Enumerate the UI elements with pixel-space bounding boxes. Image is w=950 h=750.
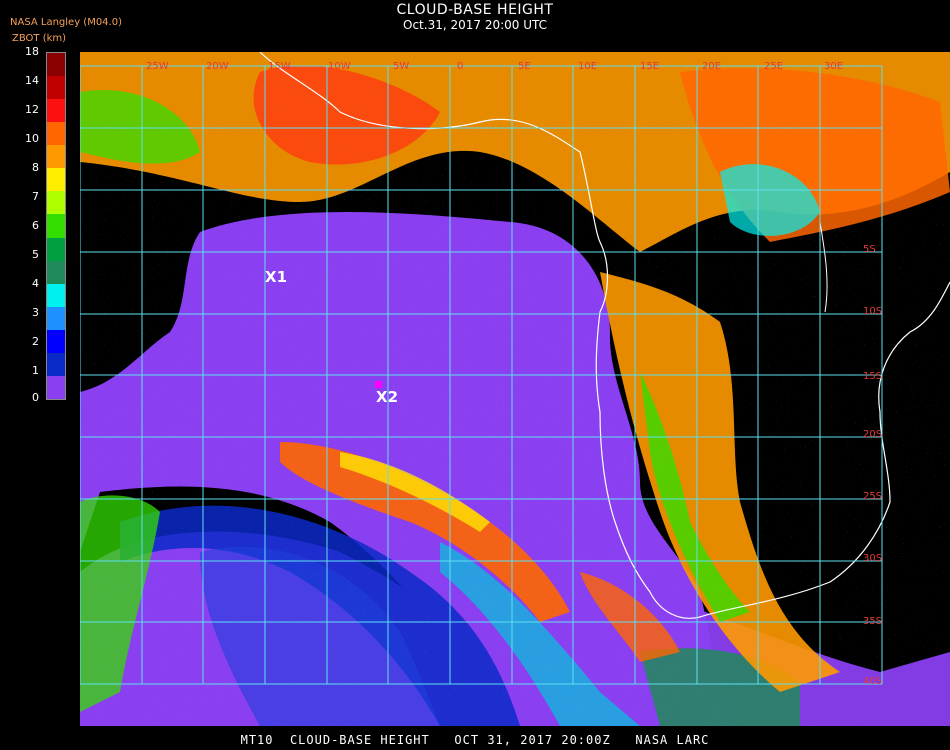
longitude-label: 15W: [268, 61, 291, 72]
colorbar-tick-label: 4: [32, 277, 39, 290]
colorbar-tick-label: 8: [32, 161, 39, 174]
colorbar-segment: [47, 260, 65, 285]
colorbar-tick-label: 5: [32, 248, 39, 261]
colorbar-segment: [47, 168, 65, 192]
colorbar-tick-label: 6: [32, 219, 39, 232]
colorbar-tick-label: 14: [25, 74, 39, 87]
agency-label: NASA Langley (M04.0): [10, 17, 122, 28]
colorbar-tick-label: 12: [25, 103, 39, 116]
colorbar-tick-label: 1: [32, 364, 39, 377]
longitude-label: 15E: [640, 61, 659, 72]
colorbar-tick-label: 10: [25, 132, 39, 145]
latitude-label: 35S: [863, 616, 882, 627]
longitude-label: 10W: [328, 61, 351, 72]
latitude-label: 25S: [863, 491, 882, 502]
colorbar-segment: [47, 375, 65, 400]
colorbar-segment: [47, 237, 65, 262]
colorbar-segment: [47, 53, 65, 77]
colorbar-segment: [47, 214, 65, 239]
longitude-label: 5E: [518, 61, 531, 72]
longitude-label: 30E: [824, 61, 843, 72]
colorbar-segment: [47, 145, 65, 169]
colorbar-tick-label: 0: [32, 391, 39, 404]
colorbar-segment: [47, 99, 65, 123]
colorbar-tick-label: 18: [25, 45, 39, 58]
latitude-label: 15S: [863, 371, 882, 382]
marker-x2-point: [375, 381, 382, 388]
colorbar-segment: [47, 352, 65, 377]
map-timestamp: Oct.31, 2017 20:00 UTC: [403, 18, 547, 32]
colorbar-segment: [47, 76, 65, 100]
longitude-label: 10E: [578, 61, 597, 72]
marker-x2: X2: [376, 388, 399, 406]
marker-x1: X1: [265, 268, 288, 286]
latitude-label: 30S: [863, 553, 882, 564]
longitude-label: 25E: [764, 61, 783, 72]
latitude-label: 20S: [863, 429, 882, 440]
longitude-label: 20E: [702, 61, 721, 72]
colorbar-segment: [47, 122, 65, 146]
latitude-label: 10S: [863, 306, 882, 317]
cloud-base-height-map: 25W 20W 15W 10W 5W 0 5E 10E 15E 20E 25E 30E 5S 10S 15…: [80, 52, 950, 726]
colorbar-segment: [47, 329, 65, 354]
longitude-label: 5W: [393, 61, 409, 72]
latitude-label: 5S: [863, 244, 876, 255]
colorbar-units-label: ZBOT (km): [12, 33, 67, 44]
colorbar-tick-label: 3: [32, 306, 39, 319]
cloud-base-height-colorbar: [46, 52, 66, 400]
longitude-label: 20W: [206, 61, 229, 72]
colorbar-segment: [47, 283, 65, 308]
footer-caption: MT10 CLOUD-BASE HEIGHT OCT 31, 2017 20:0…: [240, 733, 710, 747]
colorbar-segment: [47, 306, 65, 331]
latitude-label: 40S: [863, 676, 882, 687]
longitude-label: 0: [457, 61, 463, 72]
colorbar-segment: [47, 191, 65, 215]
longitude-label: 25W: [146, 61, 169, 72]
map-title: CLOUD-BASE HEIGHT: [396, 2, 554, 18]
colorbar-tick-label: 7: [32, 190, 39, 203]
colorbar-tick-label: 2: [32, 335, 39, 348]
